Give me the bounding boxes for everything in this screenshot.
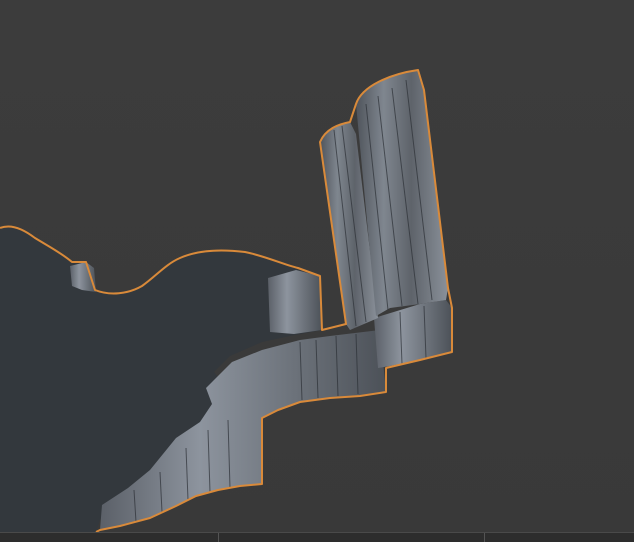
3d-viewport[interactable] — [0, 0, 634, 542]
viewport-canvas[interactable] — [0, 0, 634, 542]
mesh-ledge-block — [268, 270, 322, 334]
ruler-tick — [218, 533, 219, 542]
viewport-bottom-ruler — [0, 532, 634, 542]
ruler-tick — [484, 533, 485, 542]
terrain-mesh[interactable] — [0, 69, 453, 533]
